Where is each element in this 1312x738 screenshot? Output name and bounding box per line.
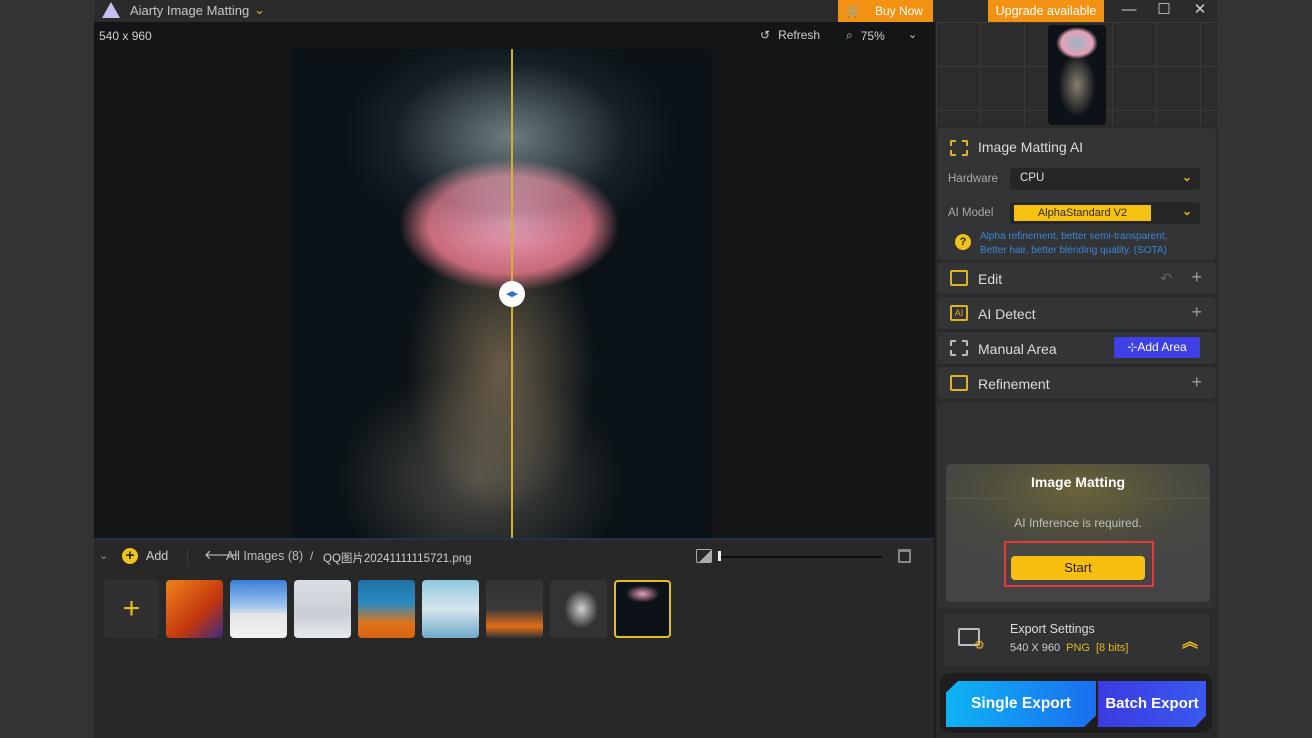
export-settings-card[interactable]: ⚙ Export Settings 540 X 960 PNG [8 bits]…	[944, 614, 1210, 666]
minimize-button[interactable]: —	[1114, 0, 1144, 22]
thumbnail-woman-orange-dress-transparent[interactable]	[486, 580, 543, 638]
manual-area-section[interactable]: Manual Area ⊹Add Area	[938, 332, 1216, 364]
close-button[interactable]: ✕	[1185, 0, 1215, 22]
ai-detect-icon: AI	[950, 305, 968, 321]
ai-model-select[interactable]: AlphaStandard V2 ⌄	[1010, 202, 1200, 224]
start-highlight-box: Start	[1004, 541, 1154, 587]
chevron-down-icon: ⌄	[1181, 204, 1192, 218]
preview-navigator	[936, 22, 1218, 126]
expand-chevrons-up-icon[interactable]: ︽	[1182, 628, 1198, 652]
matting-ai-title: Image Matting AI	[978, 139, 1084, 155]
strip-toolbar: ⌄ + Add 🡐 All Images (8) / QQ图片202411111…	[94, 540, 934, 574]
hardware-select[interactable]: CPU ⌄	[1010, 168, 1200, 190]
chevron-down-icon: ⌄	[1181, 170, 1192, 184]
breadcrumb-separator: /	[310, 549, 314, 563]
ai-model-value: AlphaStandard V2	[1014, 205, 1151, 221]
delete-trash-icon[interactable]	[898, 549, 911, 563]
refinement-expand-plus-icon[interactable]: +	[1191, 372, 1202, 393]
thumbnail-orange-silhouette-woman[interactable]	[166, 580, 223, 638]
export-format: PNG	[1066, 642, 1090, 654]
preview-thumbnail[interactable]	[1048, 25, 1106, 125]
ai-detect-label: AI Detect	[978, 306, 1036, 322]
single-export-button[interactable]: Single Export	[946, 681, 1096, 727]
divider	[946, 498, 1210, 499]
zoom-dropdown-chevron-icon[interactable]: ⌄	[908, 28, 917, 41]
manual-area-label: Manual Area	[978, 341, 1057, 357]
breadcrumb-all-images[interactable]: All Images (8)	[226, 549, 303, 563]
edit-section[interactable]: Edit ↶ +	[938, 262, 1216, 294]
thumbnail-jellyfish[interactable]	[614, 580, 671, 638]
app-logo-icon	[102, 2, 120, 18]
maximize-button[interactable]: ☐	[1149, 0, 1179, 22]
thumbnail-size-slider[interactable]	[720, 556, 882, 558]
help-question-icon[interactable]: ?	[955, 234, 971, 250]
refinement-section[interactable]: Refinement +	[938, 367, 1216, 399]
app-title: Aiarty Image Matting	[130, 3, 250, 18]
gear-icon: ⚙	[974, 638, 985, 652]
add-images-button[interactable]: + Add	[122, 548, 168, 564]
matting-ai-icon	[950, 140, 968, 156]
thumbnail-size-icon	[696, 549, 712, 563]
collapse-strip-icon[interactable]: ⌄	[99, 549, 108, 562]
thumbnail-blue-hair-orange-dress[interactable]	[358, 580, 415, 638]
export-settings-title: Export Settings	[1010, 622, 1095, 636]
image-matting-ai-card: Image Matting AI Hardware CPU ⌄ AI Model…	[938, 128, 1216, 260]
thumbnail-white-dancer-transparent[interactable]	[550, 580, 607, 638]
refinement-label: Refinement	[978, 376, 1050, 392]
cart-icon: 🛒	[846, 4, 861, 18]
buy-now-button[interactable]: 🛒 Buy Now	[838, 0, 933, 22]
thumbnail-size-slider-handle[interactable]	[718, 551, 721, 561]
image-matting-title: Image Matting	[1030, 474, 1126, 490]
divider	[187, 548, 188, 566]
right-panel: Image Matting AI Hardware CPU ⌄ AI Model…	[936, 22, 1218, 738]
edit-expand-plus-icon[interactable]: +	[1191, 267, 1202, 288]
hardware-value: CPU	[1020, 172, 1045, 184]
thumbnail-woman-blue-headscarf[interactable]	[422, 580, 479, 638]
thumbnail-skateboarder-jump[interactable]	[230, 580, 287, 638]
edit-crop-icon	[950, 270, 968, 286]
add-area-button[interactable]: ⊹Add Area	[1114, 337, 1200, 358]
add-circle-icon: +	[122, 548, 138, 564]
export-bit-depth: [8 bits]	[1096, 642, 1129, 654]
export-settings-summary: 540 X 960 PNG [8 bits]	[1010, 642, 1128, 654]
refresh-icon: ↺	[760, 28, 771, 42]
buy-now-label: Buy Now	[874, 4, 923, 18]
export-buttons: Single Export Batch Export	[940, 673, 1212, 733]
manual-area-icon	[950, 340, 968, 356]
add-label: Add	[146, 549, 169, 563]
upgrade-available-button[interactable]: Upgrade available	[988, 0, 1104, 22]
refresh-button[interactable]: ↺ Refresh	[760, 28, 820, 42]
image-dimensions: 540 x 960	[99, 29, 152, 43]
undo-icon[interactable]: ↶	[1160, 270, 1172, 287]
thumbnail-list: +	[104, 580, 671, 640]
ai-detect-expand-plus-icon[interactable]: +	[1191, 302, 1202, 323]
image-matting-card: Image Matting AI Inference is required. …	[946, 464, 1210, 602]
compare-split-handle[interactable]: ◂▸	[499, 281, 525, 307]
batch-export-button[interactable]: Batch Export	[1098, 681, 1206, 727]
zoom-control[interactable]: ⌕ 75%	[846, 28, 885, 43]
app-window: Aiarty Image Matting ⌄ 🛒 Buy Now Upgrade…	[94, 0, 1218, 738]
zoom-fit-icon: ⌕	[846, 28, 853, 42]
start-button[interactable]: Start	[1011, 556, 1145, 580]
ai-detect-section[interactable]: AI AI Detect +	[938, 297, 1216, 329]
refinement-icon	[950, 375, 968, 391]
model-description-line2: Better hair, better blending quality. (S…	[980, 245, 1167, 256]
add-image-thumb[interactable]: +	[104, 580, 159, 638]
canvas-area: 540 x 960 ↺ Refresh ⌕ 75% ⌄ ◂▸	[94, 22, 934, 538]
edit-label: Edit	[978, 271, 1003, 287]
refresh-label: Refresh	[778, 28, 821, 42]
app-menu-chevron-icon[interactable]: ⌄	[254, 2, 265, 18]
jellyfish-image-canvas[interactable]: ◂▸	[291, 49, 711, 538]
ai-model-label: AI Model	[948, 207, 994, 219]
export-size: 540 X 960	[1010, 642, 1061, 654]
title-bar: Aiarty Image Matting ⌄ 🛒 Buy Now Upgrade…	[94, 0, 1218, 22]
thumbnail-group-jumping-snow[interactable]	[294, 580, 351, 638]
zoom-level: 75%	[860, 28, 885, 43]
inference-required-message: AI Inference is required.	[1014, 516, 1142, 530]
model-description-line1: Alpha refinement, better semi-transparen…	[980, 231, 1168, 242]
image-strip: ⌄ + Add 🡐 All Images (8) / QQ图片202411111…	[94, 538, 934, 738]
model-description: Alpha refinement, better semi-transparen…	[980, 230, 1210, 258]
breadcrumb-current-file: QQ图片20241111115721.png	[323, 553, 472, 565]
hardware-label: Hardware	[948, 173, 998, 185]
